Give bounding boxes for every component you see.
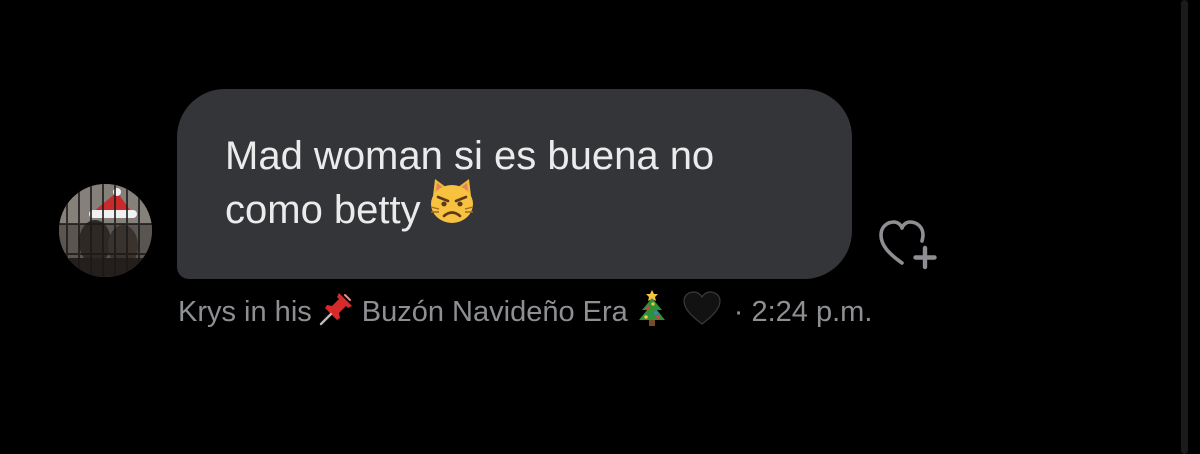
- message-meta: Krys in his Buzón Navideño Era · 2:24 p.…: [178, 289, 873, 335]
- scrollbar[interactable]: [1181, 0, 1188, 454]
- sender-name-part-1: Krys in his: [178, 295, 312, 328]
- avatar-photo-icon: [59, 184, 152, 277]
- christmas-tree-icon: [634, 289, 670, 335]
- black-heart-icon: [682, 290, 722, 334]
- timestamp: · 2:24 p.m.: [733, 295, 873, 328]
- sender-name-part-2: Buzón Navideño Era: [361, 295, 628, 328]
- conversation-view: Mad woman si es buena no como betty Krys…: [0, 0, 1200, 454]
- message-text-line-2: como betty: [225, 179, 812, 240]
- message-bubble[interactable]: Mad woman si es buena no como betty: [177, 89, 852, 279]
- pushpin-icon: [318, 289, 356, 335]
- heart-plus-icon: [879, 220, 937, 270]
- react-button[interactable]: [878, 217, 942, 273]
- message-text: como betty: [225, 188, 421, 232]
- cat-pouting-face-icon: [427, 176, 477, 240]
- avatar[interactable]: [59, 184, 152, 277]
- message-text-line-1: Mad woman si es buena no: [225, 134, 715, 178]
